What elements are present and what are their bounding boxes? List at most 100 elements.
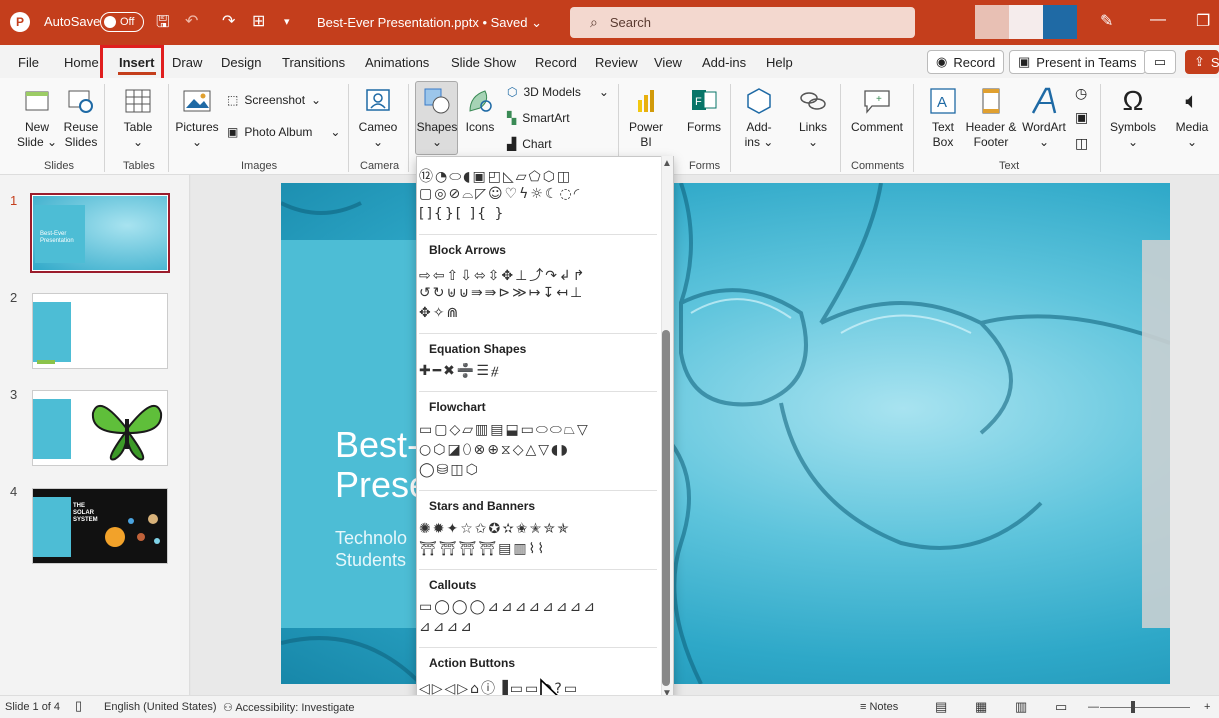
- slide-thumbnail-1[interactable]: Best-Ever Presentation: [30, 193, 170, 273]
- present-from-start-icon[interactable]: ⊞: [252, 11, 265, 31]
- links-button[interactable]: Links ⌄: [794, 86, 832, 150]
- search-box[interactable]: ⌕ Search: [570, 7, 915, 38]
- comments-button[interactable]: ▭: [1144, 50, 1176, 74]
- slide-title[interactable]: Best- Prese: [335, 425, 429, 505]
- shapes-row-callouts-2[interactable]: ⊿⊿⊿⊿: [419, 619, 659, 635]
- 3d-models-dropdown-icon[interactable]: ⌄: [599, 85, 609, 99]
- normal-view-icon[interactable]: ▤: [935, 699, 947, 715]
- tab-view[interactable]: View: [654, 55, 682, 70]
- search-placeholder: Search: [609, 15, 652, 30]
- tab-review[interactable]: Review: [595, 55, 638, 70]
- new-slide-button[interactable]: New Slide ⌄: [16, 86, 58, 150]
- screenshot-button[interactable]: ⬚ Screenshot ⌄: [227, 93, 321, 107]
- shapes-row-stars-2[interactable]: ⛩⛩⛩⛩▤▥⌇⌇: [419, 541, 659, 557]
- pictures-button[interactable]: Pictures ⌄: [175, 86, 219, 150]
- cameo-icon: [366, 89, 390, 111]
- shapes-row-arrows-2[interactable]: ↺↻⊎⊍⇛⇛⊳≫↦↧↤⊥: [419, 285, 659, 301]
- zoom-slider-track[interactable]: [1100, 707, 1190, 708]
- wordart-button[interactable]: WordArt ⌄: [1021, 86, 1067, 150]
- power-bi-button[interactable]: Power BI: [626, 86, 666, 150]
- slide-thumbnail-2[interactable]: [32, 293, 168, 369]
- date-time-icon[interactable]: ◷: [1075, 86, 1087, 101]
- customize-toolbar-icon[interactable]: ▾: [284, 15, 290, 28]
- shapes-row-stars-1[interactable]: ✺✹✦☆✩✪✫✬✭✮✯: [419, 521, 659, 537]
- reuse-slides-label: Reuse Slides: [63, 120, 99, 149]
- language-status[interactable]: English (United States): [104, 701, 217, 713]
- zoom-slider-thumb[interactable]: [1131, 701, 1135, 713]
- shapes-button[interactable]: Shapes ⌄: [416, 86, 458, 150]
- accessibility-status[interactable]: ⚇ Accessibility: Investigate: [223, 701, 355, 714]
- reuse-slides-button[interactable]: Reuse Slides: [62, 86, 100, 150]
- chart-button[interactable]: ▟ Chart: [507, 137, 552, 151]
- tab-draw[interactable]: Draw: [172, 55, 202, 70]
- shapes-row-equation[interactable]: ✚━✖➗☰⧣: [419, 363, 659, 379]
- zoom-in-icon[interactable]: +: [1204, 701, 1210, 713]
- tab-record[interactable]: Record: [535, 55, 577, 70]
- file-name[interactable]: Best-Ever Presentation.pptx • Saved ⌄: [317, 15, 542, 31]
- shapes-row-arrows-1[interactable]: ⇨⇦⇧⇩⬄⇳✥⊥⤴↷↲↱: [419, 265, 659, 285]
- photo-album-button[interactable]: ▣ Photo Album ⌄: [227, 125, 340, 139]
- tab-file[interactable]: File: [18, 55, 39, 70]
- slide-thumbnail-4[interactable]: THE SOLAR SYSTEM: [32, 488, 168, 564]
- symbols-button[interactable]: Ω Symbols ⌄: [1108, 86, 1158, 150]
- header-footer-button[interactable]: Header & Footer: [965, 86, 1017, 150]
- table-button[interactable]: Table ⌄: [120, 86, 156, 150]
- zoom-out-icon[interactable]: —: [1088, 701, 1099, 713]
- icons-button[interactable]: Icons: [462, 86, 498, 135]
- cameo-button[interactable]: Cameo ⌄: [357, 86, 399, 150]
- reading-view-icon[interactable]: ▥: [1015, 699, 1027, 715]
- share-icon: ⇪: [1194, 54, 1205, 69]
- object-icon[interactable]: ◫: [1075, 136, 1088, 151]
- spelling-icon[interactable]: ▯: [75, 698, 82, 714]
- accessibility-label: Accessibility: Investigate: [235, 702, 355, 714]
- scroll-up-icon[interactable]: ▲: [661, 158, 673, 169]
- profile-swatch-3[interactable]: [1043, 5, 1077, 39]
- record-button[interactable]: ◉ Record: [927, 50, 1005, 74]
- autosave-toggle[interactable]: Off: [100, 12, 144, 32]
- smartart-button[interactable]: ▚ SmartArt: [507, 111, 570, 125]
- tab-animations[interactable]: Animations: [365, 55, 429, 70]
- tab-home[interactable]: Home: [64, 55, 99, 70]
- media-button[interactable]: 🔈︎ Media ⌄: [1170, 86, 1214, 150]
- gallery-scrollbar-thumb[interactable]: [662, 330, 670, 686]
- shapes-row-flow-3[interactable]: ◯⛁◫⬡: [419, 462, 659, 478]
- comment-button[interactable]: + Comment: [847, 86, 907, 135]
- tab-transitions[interactable]: Transitions: [282, 55, 345, 70]
- slide-thumbnail-3[interactable]: [32, 390, 168, 466]
- 3d-models-button[interactable]: ⬡ 3D Models ⌄: [507, 85, 609, 99]
- forms-button[interactable]: F Forms: [684, 86, 724, 135]
- tab-add-ins[interactable]: Add-ins: [702, 55, 746, 70]
- shapes-row-basic-3[interactable]: []{}[ ]{ }: [419, 206, 659, 222]
- undo-icon[interactable]: ↶: [185, 11, 198, 31]
- tab-design[interactable]: Design: [221, 55, 261, 70]
- photo-album-dropdown-icon[interactable]: ⌄: [330, 125, 340, 139]
- slide-number-3: 3: [10, 387, 18, 402]
- chart-icon: ▟: [507, 137, 517, 151]
- slide-subtitle[interactable]: Technolo Students: [335, 527, 407, 571]
- text-box-button[interactable]: A Text Box: [925, 86, 961, 150]
- tab-slide-show[interactable]: Slide Show: [451, 55, 516, 70]
- slide-number-icon[interactable]: ▣: [1075, 110, 1088, 125]
- shapes-row-flow-2[interactable]: ○⬡◪⬯⊗⊕⧖◇△▽◖◗: [419, 442, 659, 458]
- restore-icon[interactable]: ❐: [1196, 11, 1210, 31]
- tab-help[interactable]: Help: [766, 55, 793, 70]
- 3d-models-label: 3D Models: [523, 85, 581, 99]
- slideshow-view-icon[interactable]: ▭: [1055, 699, 1067, 715]
- redo-icon[interactable]: ↷: [222, 11, 235, 31]
- shapes-row-arrows-3[interactable]: ✥✧⋒: [419, 305, 659, 321]
- share-button[interactable]: ⇪ Sh: [1185, 50, 1219, 74]
- shapes-row-basic-2[interactable]: ▢◎⊘⌓◸☺♡ϟ☼☾◌◜: [419, 186, 659, 202]
- teams-icon: ▣: [1018, 54, 1031, 69]
- notes-button[interactable]: ≡ Notes: [860, 701, 898, 713]
- present-in-teams-button[interactable]: ▣ Present in Teams: [1009, 50, 1146, 74]
- add-ins-button[interactable]: Add-ins ⌄: [740, 86, 778, 150]
- shapes-row-flow-1[interactable]: ▭▢◇▱▥▤⬓▭⬭⬭⏢▽: [419, 422, 659, 438]
- shapes-row-basic-1[interactable]: ⑫◔⬭◖▣◰◺▱⬠⬡◫: [419, 166, 659, 186]
- shapes-label: Shapes: [416, 120, 458, 134]
- minimize-icon[interactable]: —: [1150, 11, 1166, 29]
- save-icon[interactable]: 🖫: [156, 11, 170, 38]
- group-divider: [840, 84, 841, 172]
- slide-sorter-icon[interactable]: ▦: [975, 699, 987, 715]
- designer-pen-icon[interactable]: ✎: [1100, 11, 1113, 31]
- shapes-row-callouts-1[interactable]: ▭◯◯◯⊿⊿⊿⊿⊿⊿⊿⊿: [419, 599, 659, 615]
